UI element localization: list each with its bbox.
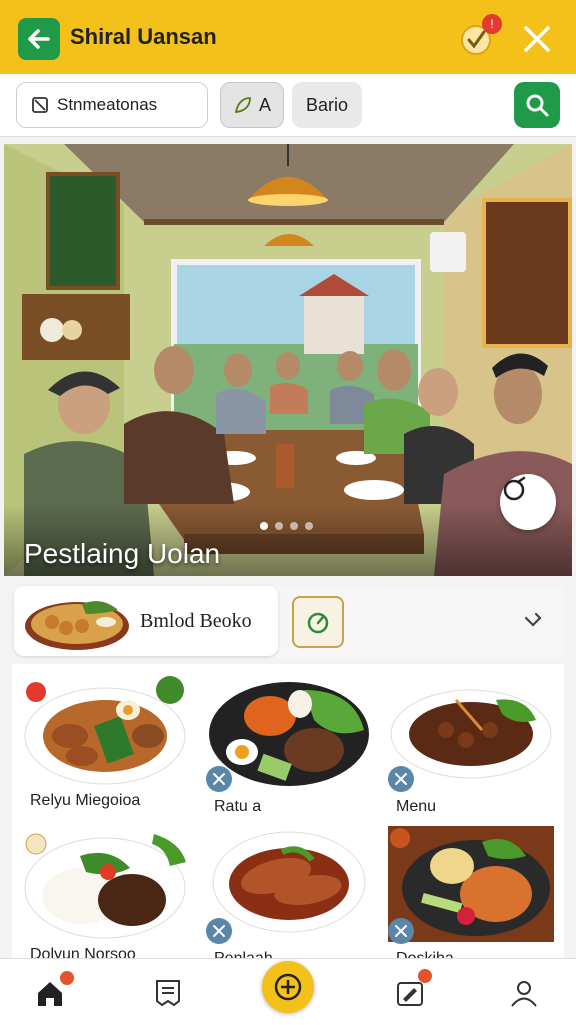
- profile-icon: [511, 981, 537, 1007]
- filter-chip-label: Stnmeatonas: [57, 95, 158, 114]
- search-icon: [526, 94, 549, 117]
- carousel-dots[interactable]: [260, 522, 313, 530]
- notification-button[interactable]: !: [460, 14, 502, 56]
- filter-chip[interactable]: Stnmeatonas: [16, 82, 208, 128]
- receipt-icon: [156, 980, 180, 1007]
- utensils-badge: [388, 918, 414, 944]
- dish-label: Relyu Miegoioa: [30, 792, 141, 809]
- featured-card[interactable]: Bmlod Beoko: [14, 586, 278, 656]
- restaurant-illustration: [4, 144, 572, 576]
- carousel-dot[interactable]: [290, 522, 298, 530]
- nav-add[interactable]: [262, 961, 314, 1013]
- tag-chip-label: A: [258, 94, 271, 115]
- timer-icon: [307, 612, 329, 634]
- utensils-icon: [395, 925, 407, 937]
- dish-grid: Relyu Miegoioa Ratu a Menu Dolyun Norsoo: [12, 664, 564, 967]
- add-circle-icon: [274, 973, 302, 1001]
- page-title: Shiral Uansan: [70, 24, 217, 49]
- dish-card[interactable]: Ratu a: [204, 670, 374, 815]
- carousel-dot[interactable]: [275, 522, 283, 530]
- dish-image: [24, 676, 186, 785]
- nav-edit[interactable]: [388, 969, 432, 1015]
- utensils-badge: [206, 918, 232, 944]
- dish-label: Ratu a: [214, 798, 262, 815]
- tag-icon: [32, 97, 48, 113]
- filter-toolbar: Stnmeatonas A Bario: [0, 74, 576, 137]
- search-button[interactable]: [514, 82, 560, 128]
- location-chip[interactable]: Bario: [292, 82, 362, 128]
- hero-restaurant-image[interactable]: Pestlaing Uolan: [4, 144, 572, 576]
- utensils-badge: [206, 766, 232, 792]
- chevron-down-icon: [524, 612, 542, 627]
- back-button[interactable]: [18, 18, 60, 60]
- featured-row: Bmlod Beoko: [12, 586, 564, 658]
- app-header: Shiral Uansan !: [0, 0, 576, 74]
- app-screen: Shiral Uansan ! Stnmeatonas A Bario Pest…: [0, 0, 576, 1025]
- dish-card[interactable]: Doskiha: [386, 822, 556, 967]
- bottom-nav: [0, 958, 576, 1025]
- carousel-dot[interactable]: [305, 522, 313, 530]
- utensils-badge: [388, 766, 414, 792]
- dish-card[interactable]: Relyu Miegoioa: [20, 670, 190, 810]
- leaf-icon: [234, 97, 251, 114]
- arrow-left-icon: [28, 29, 50, 49]
- dish-label: Menu: [396, 798, 437, 815]
- tag-chip[interactable]: A: [220, 82, 284, 128]
- featured-dish-image: [25, 601, 129, 650]
- compass-icon: [503, 476, 526, 501]
- nav-orders[interactable]: [146, 971, 190, 1015]
- nav-profile[interactable]: [502, 971, 546, 1015]
- nav-edit-badge: [418, 969, 432, 983]
- notification-badge: !: [482, 14, 502, 34]
- utensils-icon: [213, 925, 225, 937]
- carousel-dot[interactable]: [260, 522, 268, 530]
- close-button[interactable]: [518, 20, 556, 58]
- utensils-icon: [213, 773, 225, 785]
- close-x-icon: [524, 26, 550, 52]
- compass-button[interactable]: [500, 474, 556, 530]
- hero-caption: Pestlaing Uolan: [24, 538, 221, 569]
- timer-button[interactable]: [292, 596, 344, 648]
- utensils-icon: [395, 773, 407, 785]
- dish-card[interactable]: Dolyun Norsoo: [20, 822, 190, 963]
- dish-card[interactable]: Menu: [386, 670, 556, 815]
- nav-home[interactable]: [28, 971, 74, 1015]
- location-chip-label: Bario: [305, 94, 349, 115]
- nav-home-badge: [60, 971, 74, 985]
- dish-card[interactable]: Penlaah: [204, 822, 374, 967]
- featured-label: Bmlod Beoko: [140, 610, 252, 632]
- expand-button[interactable]: [522, 610, 544, 637]
- dish-image: [24, 833, 186, 939]
